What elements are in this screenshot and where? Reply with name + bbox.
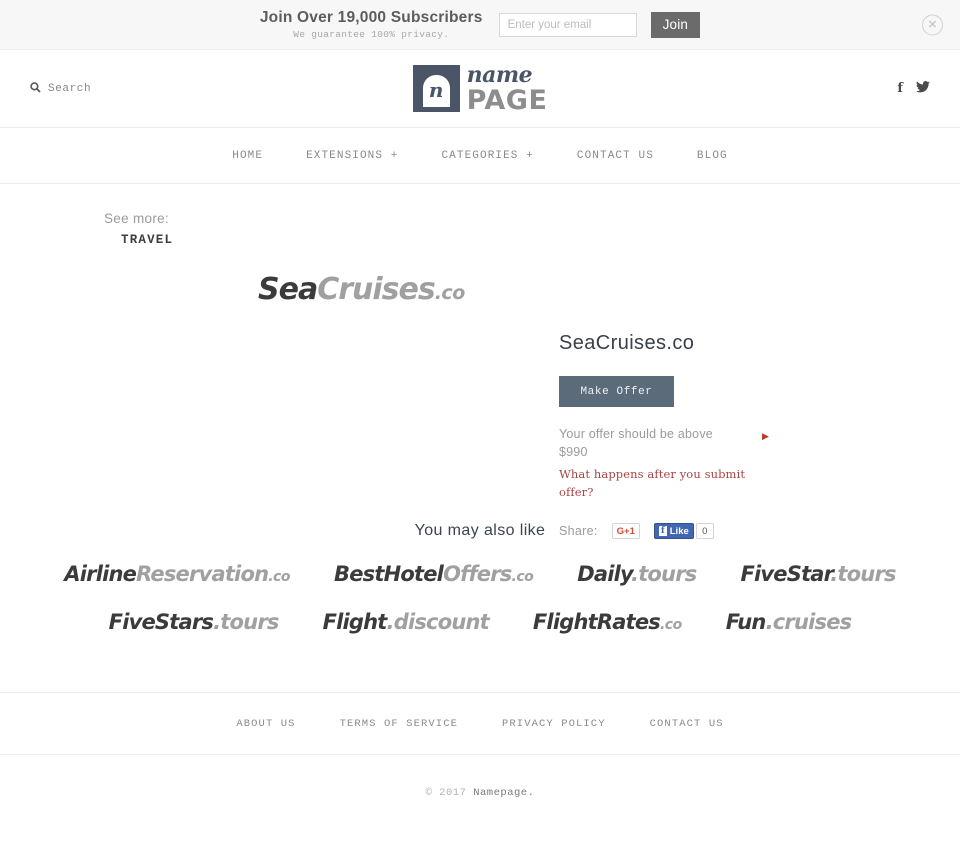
logo-mark-letter [422,75,450,107]
domain-light: .discount [386,610,490,634]
domain-tld: .co [268,569,290,585]
related-domain-item[interactable]: Fun.cruises [726,610,852,634]
nav-item-categories[interactable]: CATEGORIES + [441,150,533,162]
close-icon[interactable]: ✕ [922,14,943,35]
see-more-label: See more: [104,211,169,226]
footer-link-contact-us[interactable]: CONTACT US [650,718,724,730]
domain-light: .tours [631,562,697,586]
you-may-also-like-title: You may also like [414,522,546,539]
email-input[interactable] [498,12,637,37]
domain-light: .cruises [765,610,853,634]
related-domain-item[interactable]: FiveStar.tours [740,562,896,586]
domain-tld: .co [511,569,534,585]
twitter-icon[interactable] [916,80,930,97]
domain-dark: Daily [577,562,632,586]
footer-nav: ABOUT US TERMS OF SERVICE PRIVACY POLICY… [0,693,960,755]
join-button[interactable]: Join [650,11,701,38]
related-domains-grid: AirlineReservation.co BestHotelOffers.co… [0,562,960,658]
logo-page: PAGE [466,84,548,116]
domain-light: .tours [213,610,279,634]
subscribe-bar: Join Over 19,000 Subscribers We guarante… [0,0,960,50]
domain-dark: FiveStars [108,610,214,634]
offer-arrow-icon: ▶ [762,431,770,441]
nav-item-blog[interactable]: BLOG [697,150,728,162]
offer-panel: SeaCruises.co Make Offer Your offer shou… [559,332,859,539]
site-header: Search name PAGE f [0,50,960,128]
see-more-category-travel[interactable]: TRAVEL [121,233,173,247]
related-domains-row: AirlineReservation.co BestHotelOffers.co… [0,562,960,586]
facebook-icon[interactable]: f [897,82,903,95]
footer-link-about-us[interactable]: ABOUT US [236,718,295,730]
hero-domain-wordmark: SeaCruises.co [258,272,465,307]
logo-mark-icon [412,65,460,112]
copyright-year: © 2017 [425,787,474,799]
domain-dark: BestHotel [333,562,444,586]
main-content: See more: TRAVEL SeaCruises.co SeaCruise… [0,184,960,692]
search-icon [30,81,41,96]
logo-name: name [466,61,533,88]
footer-link-terms-of-service[interactable]: TERMS OF SERVICE [340,718,458,730]
related-domain-item[interactable]: BestHotelOffers.co [333,562,534,586]
domain-light: Offers [443,562,512,586]
domain-light: Reservation [136,562,269,586]
related-domain-item[interactable]: FiveStars.tours [108,610,280,634]
offer-note: Your offer should be above ▶ $990 What h… [559,425,769,501]
offer-note-line1: Your offer should be above [559,427,713,441]
domain-light: .tours [830,562,896,586]
social-links: f [897,80,930,97]
offer-info-link[interactable]: What happens after you submit offer? [559,465,764,501]
logo-text: name PAGE [467,64,548,114]
related-domain-item[interactable]: AirlineReservation.co [64,562,290,586]
see-more-block: See more: TRAVEL [104,211,173,247]
site-footer: ABOUT US TERMS OF SERVICE PRIVACY POLICY… [0,692,960,843]
site-logo[interactable]: name PAGE [412,64,548,114]
main-nav: HOME EXTENSIONS + CATEGORIES + CONTACT U… [0,128,960,184]
related-domains-row: FiveStars.tours Flight.discount FlightRa… [0,610,960,634]
search-button[interactable]: Search [30,81,92,96]
make-offer-button[interactable]: Make Offer [559,376,674,407]
nav-item-extensions[interactable]: EXTENSIONS + [306,150,398,162]
nav-item-home[interactable]: HOME [232,150,263,162]
domain-dark: FlightRates [532,610,661,634]
offer-minimum-price: $990 [559,445,588,459]
subscribe-subtext: We guarantee 100% privacy. [293,28,450,40]
subscribe-headline: Join Over 19,000 Subscribers [259,8,483,26]
footer-link-privacy-policy[interactable]: PRIVACY POLICY [502,718,606,730]
hero-domain-dark: Sea [258,272,318,307]
related-domain-item[interactable]: Daily.tours [577,562,697,586]
nav-item-contact-us[interactable]: CONTACT US [577,150,654,162]
domain-tld: .co [659,617,682,633]
subscribe-text-block: Join Over 19,000 Subscribers We guarante… [259,8,485,40]
domain-dark: Flight [322,610,388,634]
copyright: © 2017 Namepage. [0,755,960,799]
domain-dark: Fun [725,610,767,634]
page-title: SeaCruises.co [559,332,695,354]
search-label: Search [48,82,92,95]
domain-dark: Airline [64,562,137,586]
hero-domain-tld: .co [434,282,466,304]
domain-dark: FiveStar [740,562,831,586]
related-domain-item[interactable]: Flight.discount [322,610,490,634]
hero-domain-light: Cruises [317,272,436,307]
related-domain-item[interactable]: FlightRates.co [533,610,682,634]
copyright-name: Namepage. [473,787,535,799]
subscribe-inner: Join Over 19,000 Subscribers We guarante… [259,8,701,40]
